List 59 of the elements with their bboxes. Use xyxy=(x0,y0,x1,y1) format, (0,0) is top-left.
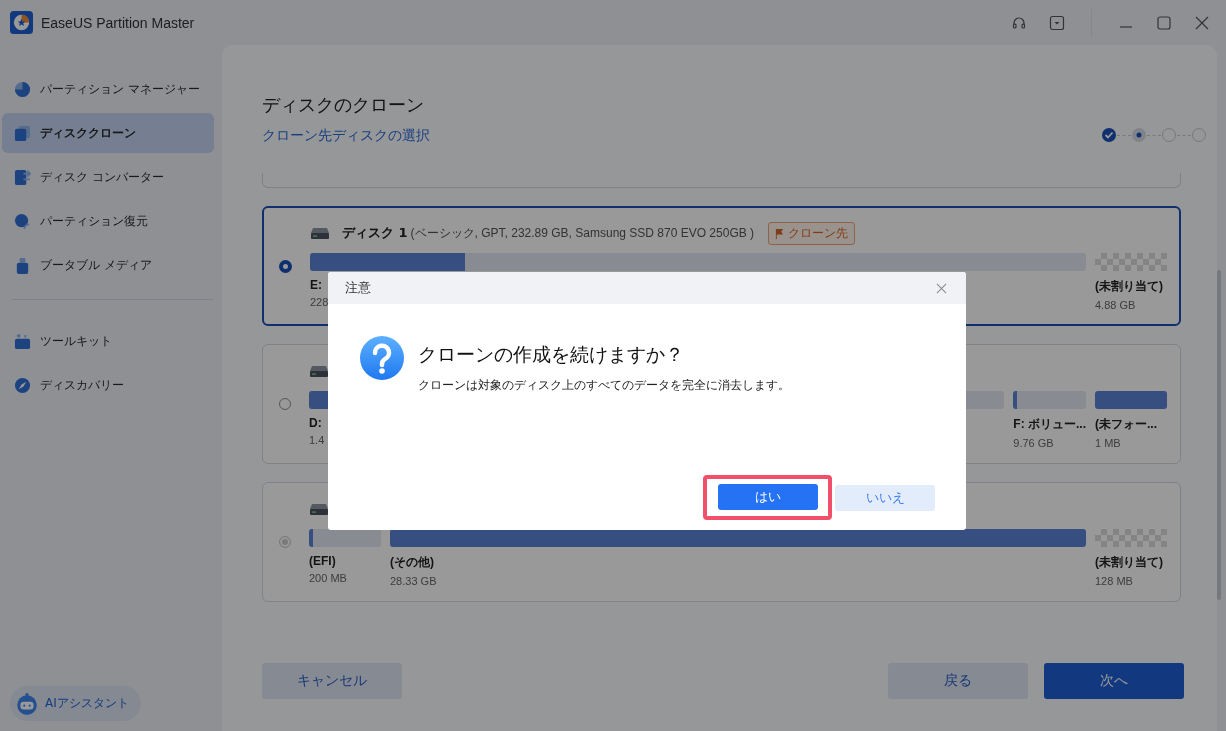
sidebar-item[interactable]: ツールキット xyxy=(2,321,214,361)
sidebar-item[interactable]: ブータブル メディア xyxy=(2,245,214,285)
dialog-heading: クローンの作成を続けますか？ xyxy=(418,342,685,367)
partition-label: D: xyxy=(309,416,322,430)
hard-drive-icon xyxy=(309,365,329,377)
page-title: ディスクのクローン xyxy=(262,93,425,117)
app-logo xyxy=(10,11,33,34)
toolbox-icon xyxy=(14,332,31,350)
robot-icon xyxy=(15,691,39,716)
partition-size: 9.76 GB xyxy=(1013,437,1054,449)
usb-drive-icon xyxy=(14,256,31,274)
partition-size: 4.88 GB xyxy=(1095,299,1136,311)
partition-size: 1 MB xyxy=(1095,437,1121,449)
sidebar-item[interactable]: パーティション復元 xyxy=(2,201,214,241)
partition-label: (その他) xyxy=(390,554,434,571)
partition-size: 1.4 xyxy=(309,434,325,446)
convert-icon xyxy=(14,168,31,186)
footer-button[interactable]: キャンセル xyxy=(262,663,402,699)
disk-details: (ベーシック, GPT, 232.89 GB, Samsung SSD 870 EVO 250GB ) xyxy=(410,224,755,242)
dialog-title: 注意 xyxy=(345,279,371,297)
partition-label: (未フォー... xyxy=(1095,416,1157,433)
sidebar-item[interactable]: ディスク コンバーター xyxy=(2,157,214,197)
app-title: EaseUS Partition Master xyxy=(41,14,195,31)
partition-label: (未割り当て) xyxy=(1095,554,1163,571)
compass-icon xyxy=(14,376,31,394)
copy-icon xyxy=(14,124,31,142)
question-icon xyxy=(360,336,404,380)
hard-drive-icon xyxy=(309,503,329,515)
hard-drive-icon xyxy=(310,227,330,239)
partition-label: (未割り当て) xyxy=(1095,278,1163,295)
sidebar-item[interactable]: パーティション マネージャー xyxy=(2,69,214,109)
sidebar-item[interactable]: ディスカバリー xyxy=(2,365,214,405)
pie-chart-icon xyxy=(14,80,31,98)
flag-icon xyxy=(775,227,785,239)
restore-icon xyxy=(14,212,31,230)
radio-button[interactable] xyxy=(279,259,292,273)
close-icon[interactable] xyxy=(1194,14,1210,31)
footer-button[interactable]: 次へ xyxy=(1044,663,1184,699)
dialog-button[interactable]: いいえ xyxy=(835,484,935,511)
maximize-icon[interactable] xyxy=(1156,14,1172,31)
ai-assistant-button[interactable]: AIアシスタント xyxy=(10,686,141,721)
page-subtitle: クローン先ディスクの選択 xyxy=(262,127,430,145)
partition-size: 128 MB xyxy=(1095,575,1133,587)
dropdown-icon[interactable] xyxy=(1049,14,1065,31)
partition-size: 200 MB xyxy=(309,572,347,584)
partition-size: 228 xyxy=(310,296,329,308)
partition-label: (EFI) xyxy=(309,554,336,568)
footer-button[interactable]: 戻る xyxy=(888,663,1028,699)
partition-label: E: xyxy=(310,278,322,292)
disk-name: ディスク 1 xyxy=(342,224,408,242)
badge-label: クローン先 xyxy=(788,224,849,242)
sidebar-item[interactable]: ディスククローン xyxy=(2,113,214,153)
partition-label: F: ボリュー... xyxy=(1013,416,1086,433)
partition-bar[interactable] xyxy=(309,529,381,547)
close-icon[interactable] xyxy=(936,282,947,294)
partition-size: 28.33 GB xyxy=(390,575,437,587)
dialog-button[interactable]: はい xyxy=(718,484,818,510)
headset-icon[interactable] xyxy=(1011,14,1027,31)
dialog-message: クローンは対象のディスク上のすべてのデータを完全に消去します。 xyxy=(418,378,790,393)
